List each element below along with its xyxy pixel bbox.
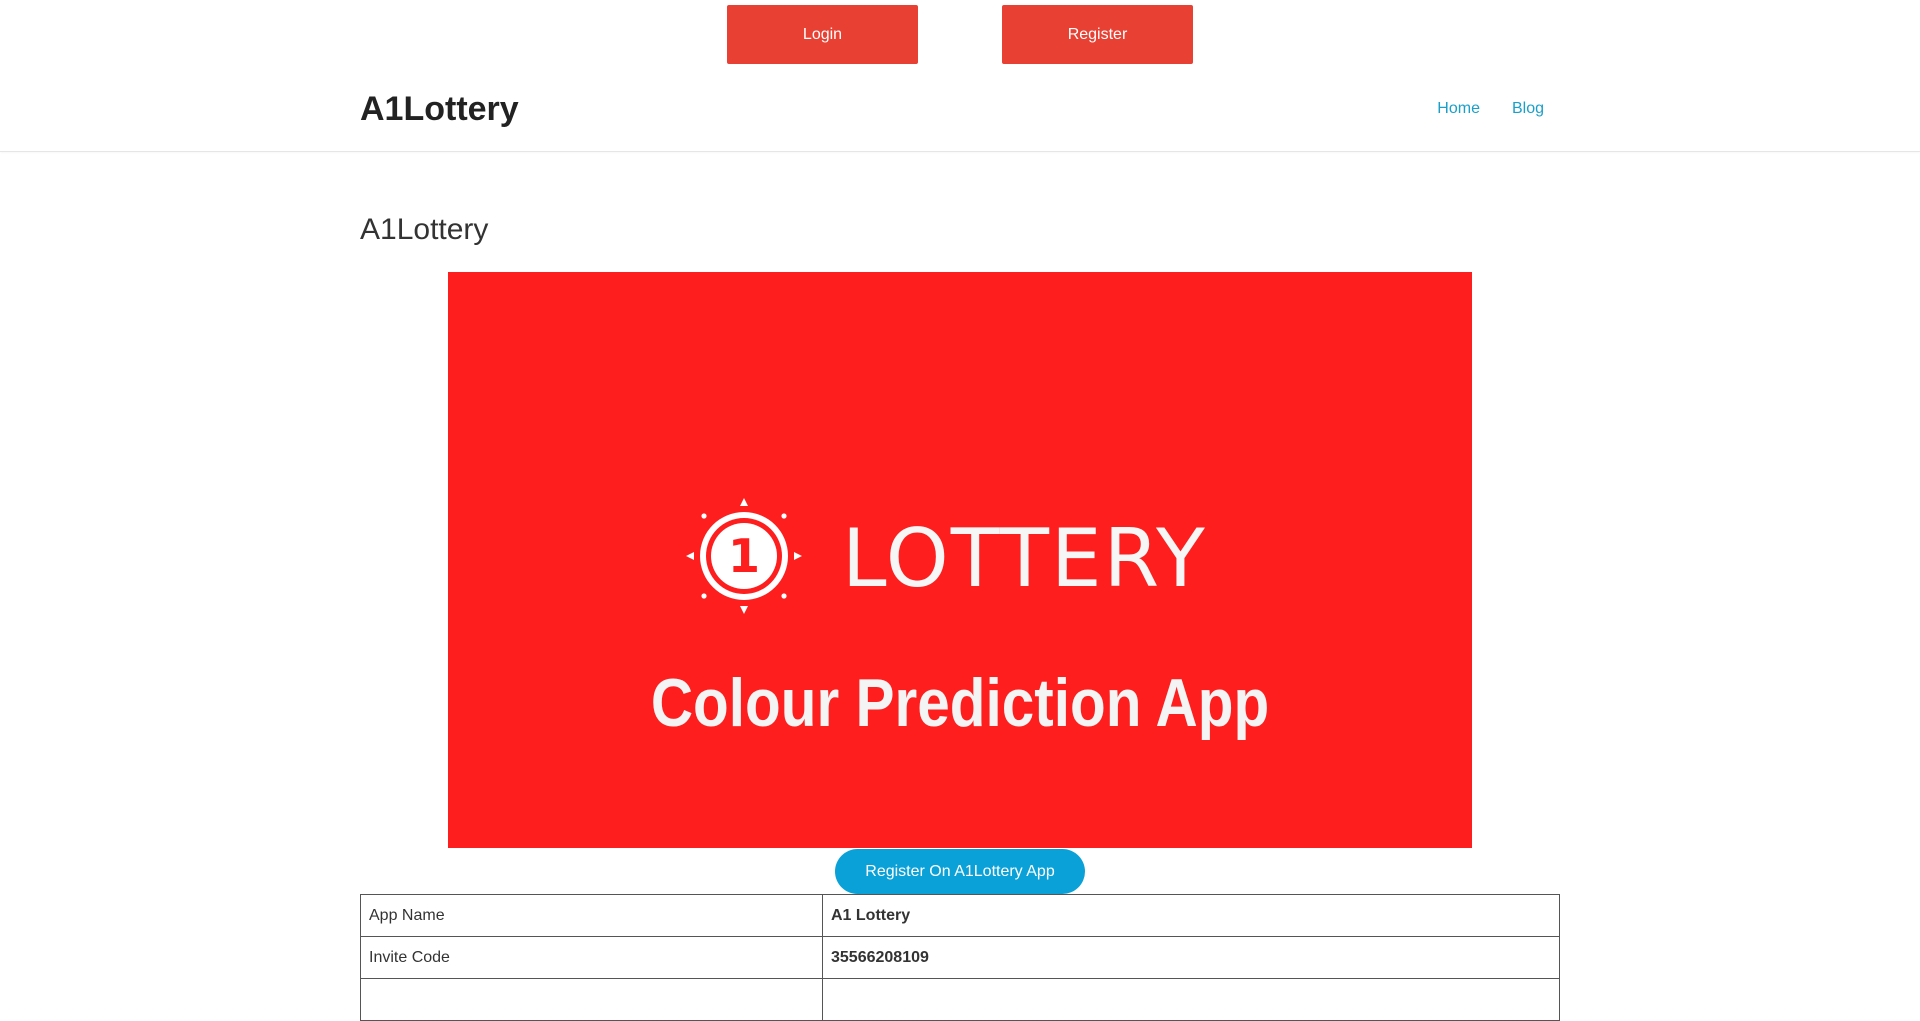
table-cell-value: 35566208109 bbox=[822, 936, 1560, 979]
hero-brand-text: LOTTERY bbox=[842, 512, 1207, 605]
register-app-button[interactable]: Register On A1Lottery App bbox=[835, 849, 1085, 894]
hero-logo: 1 LOTTERY bbox=[684, 496, 1207, 616]
hero-tagline: Colour Prediction App bbox=[650, 665, 1270, 741]
register-button[interactable]: Register bbox=[1002, 5, 1193, 64]
table-cell-key bbox=[360, 978, 823, 1021]
hero-banner-image: 1 LOTTERY Colour Prediction App bbox=[448, 272, 1472, 848]
table-cell-value bbox=[822, 978, 1560, 1021]
nav-home-link[interactable]: Home bbox=[1437, 100, 1480, 118]
lottery-emblem-icon: 1 bbox=[686, 498, 802, 614]
table-cell-key: Invite Code bbox=[360, 936, 823, 979]
site-logo-link[interactable]: A1Lottery bbox=[360, 90, 519, 129]
app-info-table: App Name A1 Lottery Invite Code 35566208… bbox=[360, 894, 1560, 1021]
table-cell-key: App Name bbox=[360, 894, 823, 937]
table-row: App Name A1 Lottery bbox=[360, 894, 1560, 937]
main-nav: Home Blog bbox=[1437, 100, 1544, 118]
site-header: A1Lottery Home Blog bbox=[0, 78, 1920, 152]
nav-blog-link[interactable]: Blog bbox=[1512, 100, 1544, 118]
login-button[interactable]: Login bbox=[727, 5, 918, 64]
table-cell-value: A1 Lottery bbox=[822, 894, 1560, 937]
top-action-bar: Login Register bbox=[0, 5, 1920, 65]
table-row: Invite Code 35566208109 bbox=[360, 936, 1560, 979]
page-title: A1Lottery bbox=[360, 213, 489, 246]
emblem-number: 1 bbox=[728, 529, 760, 583]
table-row bbox=[360, 978, 1560, 1021]
